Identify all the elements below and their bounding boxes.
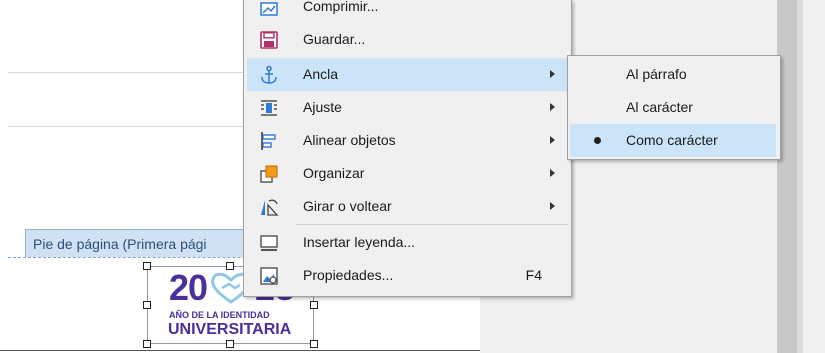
logo-title: UNIVERSITARIA [168,321,292,338]
menu-item-arrange[interactable]: Organizar [247,157,568,190]
arrange-icon [260,165,278,183]
menu-item-anchor[interactable]: Ancla [247,58,568,91]
menu-item-label: Ancla [303,66,339,82]
menu-item-label: Propiedades... [303,267,394,283]
logo-subtitle: AÑO DE LA IDENTIDAD [169,310,270,320]
footer-bottom-line [0,350,480,351]
menu-item-label: Guardar... [303,31,366,47]
vertical-scrollbar[interactable] [777,0,797,353]
submenu-item-to-paragraph[interactable]: Al párrafo [570,58,776,91]
menu-item-label: Girar o voltear [303,198,392,214]
footer-tab[interactable]: Pie de página (Primera pági [25,229,255,257]
submenu-arrow-icon [550,70,555,78]
menu-item-label: Comprimir... [303,0,379,14]
caption-icon [260,235,278,251]
submenu-arrow-icon [550,103,555,111]
menu-item-align-objects[interactable]: Alinear objetos [247,124,568,157]
properties-icon [260,267,278,285]
resize-handle[interactable] [310,340,318,348]
menu-item-shortcut: F4 [525,267,542,283]
menu-item-compress[interactable]: Comprimir... [247,0,568,23]
resize-handle[interactable] [143,340,151,348]
resize-handle[interactable] [226,340,234,348]
menu-separator [296,224,568,225]
resize-handle[interactable] [310,301,318,309]
submenu-item-label: Como carácter [626,132,718,148]
anchor-icon [261,65,277,84]
menu-item-label: Insertar leyenda... [303,234,416,250]
align-objects-icon [261,132,276,150]
anchor-submenu: Al párrafo Al carácter Como carácter [567,55,781,160]
resize-handle[interactable] [226,262,234,270]
submenu-arrow-icon [550,136,555,144]
save-icon [260,31,278,49]
menu-item-label: Organizar [303,165,365,181]
logo-year-left: 20 [169,267,208,308]
rotate-flip-icon [261,199,279,216]
wrap-icon [261,100,277,116]
menu-item-label: Ajuste [303,99,342,115]
scrollbar-edge [797,0,803,353]
selected-bullet-icon [594,137,601,144]
submenu-arrow-icon [550,169,555,177]
submenu-item-label: Al carácter [626,99,693,115]
menu-item-label: Alinear objetos [303,132,396,148]
menu-item-rotate-flip[interactable]: Girar o voltear [247,190,568,223]
resize-handle[interactable] [143,262,151,270]
submenu-item-as-character[interactable]: Como carácter [570,124,776,157]
menu-item-save[interactable]: Guardar... [247,23,568,56]
menu-item-insert-caption[interactable]: Insertar leyenda... [247,226,568,259]
compress-icon [260,2,278,16]
menu-item-wrap[interactable]: Ajuste [247,91,568,124]
context-menu: Comprimir... Guardar... Ancla Ajuste Ali… [243,0,572,297]
resize-handle[interactable] [143,301,151,309]
menu-item-properties[interactable]: Propiedades... F4 [247,259,568,292]
submenu-arrow-icon [550,202,555,210]
submenu-item-label: Al párrafo [626,66,687,82]
submenu-item-to-character[interactable]: Al carácter [570,91,776,124]
